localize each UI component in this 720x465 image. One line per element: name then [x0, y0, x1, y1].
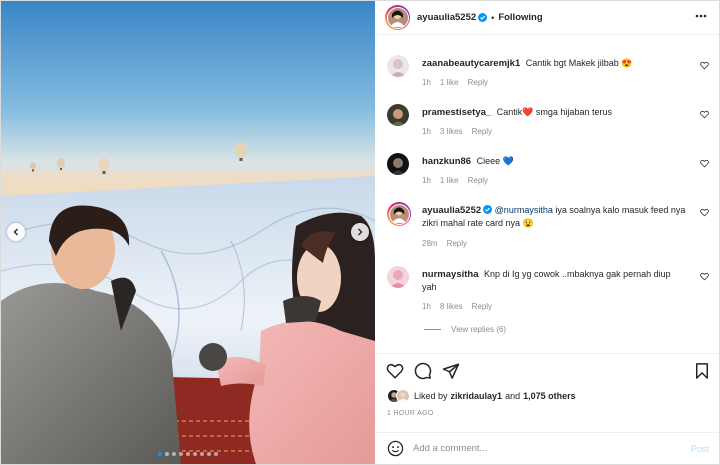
comment-likes[interactable]: 8 likes — [440, 302, 463, 311]
comment-meta: 1h 8 likes Reply — [422, 302, 492, 311]
post-photo[interactable] — [1, 1, 375, 464]
carousel-dot — [186, 452, 190, 456]
like-comment-heart-icon[interactable] — [700, 61, 709, 70]
reply-button[interactable]: Reply — [472, 302, 492, 311]
carousel-next-button[interactable] — [351, 223, 369, 241]
verified-badge-icon — [478, 13, 488, 22]
commenter-avatar[interactable] — [387, 104, 409, 126]
post-header: ayuaulia5252 • Following — [376, 1, 719, 35]
carousel-prev-button[interactable] — [7, 223, 25, 241]
commenter-username[interactable]: pramestisetya_ — [422, 107, 491, 118]
comment-meta: 1h 1 like Reply — [422, 78, 488, 87]
verified-badge-icon — [483, 205, 493, 214]
comment-time[interactable]: 1h — [422, 302, 431, 311]
carousel-dot — [200, 452, 204, 456]
comment-mention-link[interactable]: @nurmaysitha — [495, 205, 553, 215]
comment-text: pramestisetya_ Cantik❤️ smga hijaban ter… — [422, 106, 687, 119]
comment-time[interactable]: 1h — [422, 127, 431, 136]
comment-time[interactable]: 1h — [422, 176, 431, 185]
emoji-icon[interactable] — [387, 440, 404, 457]
comment-text: ayuaulia5252 @nurmaysitha iya soalnya ka… — [422, 204, 687, 230]
commenter-username[interactable]: zaanabeautycaremjk1 — [422, 58, 520, 69]
add-comment-bar: Post — [376, 432, 719, 464]
following-button[interactable]: Following — [498, 12, 542, 23]
more-options-icon[interactable] — [695, 14, 707, 18]
view-replies-button[interactable]: View replies (6) — [424, 325, 506, 334]
comment-time[interactable]: 28m — [422, 239, 438, 248]
comments-list: zaanabeautycaremjk1 Cantik bgt Makek jil… — [376, 41, 719, 351]
like-comment-heart-icon[interactable] — [700, 159, 709, 168]
comment-meta: 1h 3 likes Reply — [422, 127, 492, 136]
reply-button[interactable]: Reply — [468, 78, 488, 87]
liked-by-others[interactable]: 1,075 others — [523, 391, 576, 401]
commenter-avatar[interactable] — [387, 153, 409, 175]
liked-by-user[interactable]: zikridaulay1 — [451, 391, 503, 401]
header-separator: • — [491, 12, 495, 23]
reply-button[interactable]: Reply — [468, 176, 488, 185]
carousel-indicator — [1, 452, 375, 456]
save-bookmark-icon[interactable] — [693, 362, 711, 380]
comment-body: Cieee 💙 — [476, 156, 514, 166]
post-comment-button[interactable]: Post — [691, 444, 709, 454]
commenter-username[interactable]: nurmaysitha — [422, 269, 479, 280]
comment-text: nurmaysitha Knp di Ig yg cowok ..mbaknya… — [422, 268, 687, 294]
commenter-username[interactable]: ayuaulia5252 — [422, 205, 481, 216]
carousel-dot — [207, 452, 211, 456]
author-avatar-ring[interactable] — [385, 5, 410, 30]
liked-by-prefix: Liked by — [414, 391, 448, 401]
carousel-dot — [165, 452, 169, 456]
post-timestamp[interactable]: 1 HOUR AGO — [387, 410, 434, 417]
chevron-right-icon — [358, 228, 363, 236]
commenter-avatar-ring[interactable] — [387, 202, 411, 226]
reply-button[interactable]: Reply — [472, 127, 492, 136]
view-replies-label: View replies (6) — [451, 325, 506, 334]
carousel-dot — [214, 452, 218, 456]
liker-avatars — [387, 389, 410, 403]
like-comment-heart-icon[interactable] — [700, 110, 709, 119]
post-side-panel: ayuaulia5252 • Following zaanabeautycare… — [376, 1, 719, 464]
carousel-dot — [158, 452, 162, 456]
like-comment-heart-icon[interactable] — [700, 272, 709, 281]
comment-body: Cantik bgt Makek jilbab 😍 — [525, 58, 633, 68]
comment-body: Cantik❤️ smga hijaban terus — [496, 107, 612, 117]
comment-likes[interactable]: 1 like — [440, 78, 459, 87]
view-replies-line — [424, 329, 441, 330]
comment-time[interactable]: 1h — [422, 78, 431, 87]
comment-input[interactable] — [413, 443, 673, 454]
liked-by-conj: and — [505, 391, 521, 401]
author-avatar — [386, 6, 409, 29]
like-comment-heart-icon[interactable] — [700, 208, 709, 217]
carousel-dot — [193, 452, 197, 456]
comment-text: zaanabeautycaremjk1 Cantik bgt Makek jil… — [422, 57, 687, 70]
post-actions-bar — [376, 353, 719, 387]
commenter-avatar[interactable] — [387, 266, 409, 288]
author-username[interactable]: ayuaulia5252 — [417, 12, 476, 23]
commenter-avatar[interactable] — [387, 55, 409, 77]
comment-meta: 1h 1 like Reply — [422, 176, 488, 185]
share-paper-plane-icon[interactable] — [442, 362, 460, 380]
reply-button[interactable]: Reply — [447, 239, 467, 248]
commenter-avatar — [388, 203, 410, 225]
commenter-username[interactable]: hanzkun86 — [422, 156, 471, 167]
carousel-dot — [179, 452, 183, 456]
comment-likes[interactable]: 1 like — [440, 176, 459, 185]
chevron-left-icon — [13, 228, 18, 236]
comment-meta: 28m Reply — [422, 239, 467, 248]
carousel-dot — [172, 452, 176, 456]
liker-avatar[interactable] — [396, 389, 410, 403]
like-heart-icon[interactable] — [386, 362, 404, 380]
comment-text: hanzkun86 Cieee 💙 — [422, 155, 687, 168]
post-photo-image — [1, 1, 375, 464]
comment-bubble-icon[interactable] — [414, 362, 432, 380]
likes-summary: Liked by zikridaulay1 and 1,075 others — [387, 389, 576, 403]
comment-likes[interactable]: 3 likes — [440, 127, 463, 136]
